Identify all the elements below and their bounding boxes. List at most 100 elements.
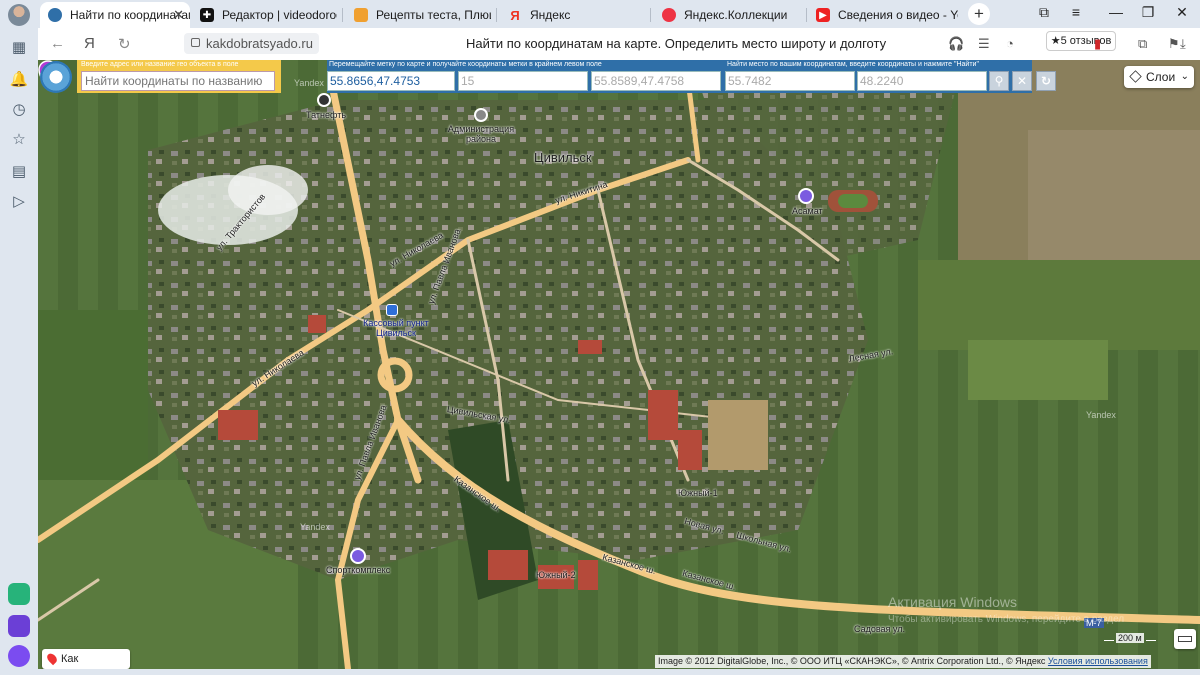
extensions-icon[interactable]: ⚑ — [1168, 36, 1180, 52]
coordinates-panel: Перемещайте метку по карте и получайте к… — [327, 60, 1032, 93]
asamat-icon[interactable] — [798, 188, 814, 204]
download-icon[interactable]: ⤓ — [1180, 36, 1186, 52]
share-icon[interactable]: ⧉ — [1138, 36, 1147, 52]
recipe-site-icon — [354, 8, 368, 22]
yandex-collections-icon — [662, 8, 676, 22]
how-to-get-button[interactable]: Как добраться — [42, 649, 130, 669]
tab-label: Яндекс — [530, 8, 571, 22]
history-icon[interactable]: ◷ — [9, 100, 29, 120]
back-icon[interactable]: ← — [50, 35, 65, 52]
geo-search-input[interactable] — [81, 71, 275, 91]
latitude-input[interactable]: 55.7482 — [725, 71, 855, 91]
city-label: Цивильск — [534, 150, 592, 165]
tabs-menu-icon[interactable]: ⧉ — [1034, 4, 1054, 21]
tab-yandex-collections[interactable]: Яндекс.Коллекции — [654, 2, 804, 28]
tab-label: Найти по координатам — [70, 8, 190, 22]
restore-icon[interactable]: ❐ — [1138, 4, 1158, 21]
tab-recipes[interactable]: Рецепты теста, Плюшка к — [346, 2, 491, 28]
apps-grid-icon[interactable]: ▦ — [9, 38, 29, 58]
marker-coords-field[interactable]: 55.8656,47.4753 — [327, 71, 455, 91]
chevron-down-icon: ⌄ — [1180, 71, 1189, 82]
reload-icon[interactable]: ↻ — [118, 35, 131, 53]
protect-icon[interactable]: ◔ — [1006, 36, 1014, 51]
kassa-icon[interactable] — [386, 304, 398, 316]
center-coords-field[interactable]: 55.8589,47.4758 — [591, 71, 721, 91]
messenger-app-icon[interactable] — [8, 615, 30, 637]
send-app-icon[interactable] — [8, 583, 30, 605]
satellite-map[interactable]: Цивильск Администрация района Асамат Кас… — [38, 60, 1200, 669]
zoom-field[interactable]: 15 — [458, 71, 588, 91]
scale-bar: 200 м — [1104, 633, 1156, 647]
play-icon[interactable]: ▷ — [9, 192, 29, 212]
street-sadovaya: Садовая ул. — [854, 624, 905, 634]
clear-icon[interactable]: ✕ — [1012, 71, 1032, 91]
longitude-input[interactable]: 48.2240 — [857, 71, 987, 91]
youtube-icon: ▶ — [816, 8, 830, 22]
close-window-icon[interactable]: ✕ — [1172, 4, 1192, 21]
window-bottom-edge — [0, 669, 1200, 675]
yandex-watermark-2: Yandex — [1086, 410, 1116, 420]
admin-label: Администрация района — [447, 124, 515, 144]
url-field[interactable]: kakdobratsyado.ru — [184, 33, 319, 54]
yandex-home-icon[interactable]: Я — [84, 35, 95, 52]
refresh-icon[interactable]: ↻ — [1036, 71, 1056, 91]
tab-zen-editor[interactable]: ✚ Редактор | videodorogros — [192, 2, 337, 28]
tab-label: Яндекс.Коллекции — [684, 8, 788, 22]
notes-icon[interactable]: ▤ — [9, 162, 29, 182]
layers-button[interactable]: Слои ⌄ — [1124, 66, 1194, 88]
terms-link[interactable]: Условия использования — [1048, 656, 1148, 666]
new-tab-button[interactable]: + — [968, 3, 990, 25]
tab-label: Рецепты теста, Плюшка к — [376, 8, 491, 22]
district-yuzhny-1: Южный-1 — [678, 488, 718, 498]
tab-separator — [806, 8, 807, 22]
tab-strip: Найти по координатам ✕ ✚ Редактор | vide… — [0, 0, 1200, 28]
reviews-badge[interactable]: ★5 отзывов — [1046, 31, 1116, 51]
close-tab-icon[interactable]: ✕ — [173, 7, 184, 23]
url-text: kakdobratsyado.ru — [206, 36, 313, 51]
poi-asamat: Асамат — [792, 206, 823, 216]
map-imagery — [38, 60, 1200, 669]
tab-separator — [496, 8, 497, 22]
zen-editor-icon: ✚ — [200, 8, 214, 22]
tab-youtube[interactable]: ▶ Сведения о видео - YouT — [808, 2, 958, 28]
headphones-icon[interactable]: 🎧 — [948, 36, 964, 52]
activation-watermark: Активация Windows — [888, 594, 1018, 610]
search-icon[interactable]: ⚲ — [989, 71, 1009, 91]
site-logo[interactable] — [40, 61, 72, 93]
alice-icon[interactable] — [8, 645, 30, 667]
bookmark-icon[interactable]: ▮ — [1094, 36, 1101, 52]
address-bar: ← Я ↻ kakdobratsyado.ru Найти по координ… — [38, 28, 1200, 60]
activation-watermark-sub: Чтобы активировать Windows, перейдите в … — [888, 614, 1125, 625]
page-title: Найти по координатам на карте. Определит… — [466, 36, 887, 51]
tab-label: Редактор | videodorogros — [222, 8, 337, 22]
tab-yandex[interactable]: Я Яндекс — [500, 2, 645, 28]
map-copyright: Image © 2012 DigitalGlobe, Inc., © ООО И… — [655, 655, 1151, 668]
how-to-get-label: Как добраться — [61, 653, 79, 665]
bell-icon[interactable]: 🔔 — [9, 70, 29, 90]
poi-sport: Спорткомплекс — [326, 565, 391, 575]
move-marker-caption: Перемещайте метку по карте и получайте к… — [329, 61, 602, 68]
ruler-icon — [1178, 636, 1192, 642]
layers-icon — [1129, 70, 1142, 83]
ruler-button[interactable] — [1174, 629, 1196, 649]
search-caption: Введите адрес или название гео объекта в… — [81, 61, 239, 68]
lock-icon — [191, 38, 200, 47]
menu-icon[interactable]: ≡ — [1066, 4, 1086, 20]
sport-icon[interactable] — [350, 548, 366, 564]
tab-kakdobratsyado[interactable]: Найти по координатам ✕ — [40, 2, 190, 28]
layers-label: Слои — [1146, 70, 1176, 84]
minimize-icon[interactable]: — — [1106, 4, 1126, 20]
browser-sidebar: ▦ 🔔 ◷ ☆ ▤ ▷ — [0, 28, 38, 675]
admin-icon[interactable] — [474, 108, 488, 122]
yandex-icon: Я — [510, 7, 520, 23]
tab-label: Сведения о видео - YouT — [838, 8, 958, 22]
profile-avatar[interactable] — [8, 4, 30, 26]
yandex-watermark-3: Yandex — [300, 522, 330, 532]
reader-mode-icon[interactable]: ☰ — [978, 36, 990, 52]
star-icon[interactable]: ☆ — [9, 130, 29, 150]
poi-kassa: Кассовый пункт Цивильск — [363, 318, 429, 338]
tab-separator — [342, 8, 343, 22]
find-by-coords-caption: Найти место по вашим координатам, введит… — [727, 61, 979, 68]
fuel-station-icon[interactable] — [317, 93, 331, 107]
copyright-text: Image © 2012 DigitalGlobe, Inc., © ООО И… — [658, 656, 1046, 666]
